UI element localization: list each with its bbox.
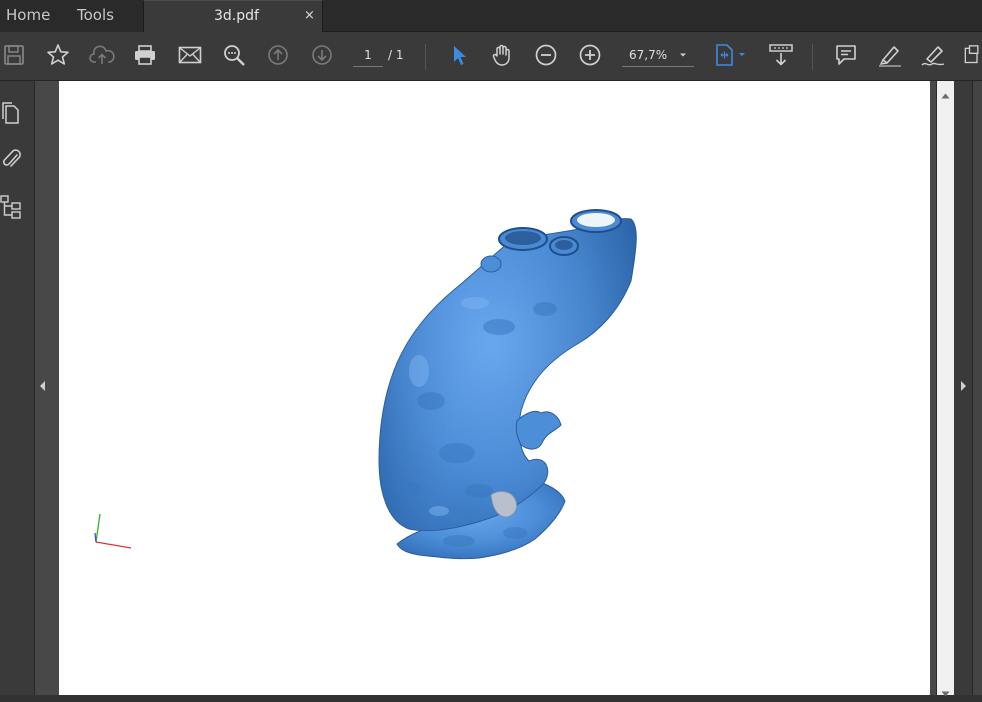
- page-thumbnails-icon[interactable]: [0, 100, 24, 126]
- zoom-level-select[interactable]: 67,7%: [622, 44, 694, 67]
- select-arrow-icon[interactable]: [445, 41, 473, 69]
- attachments-icon[interactable]: [0, 146, 24, 172]
- collapse-left-pane-icon[interactable]: [38, 378, 48, 397]
- bookmark-star-icon[interactable]: [44, 41, 72, 69]
- export-icon[interactable]: [962, 41, 982, 69]
- page-total-label: / 1: [388, 48, 404, 62]
- tab-document[interactable]: 3d.pdf ×: [143, 0, 323, 33]
- search-icon[interactable]: [220, 41, 248, 69]
- pdf-page-3d-canvas[interactable]: [59, 81, 930, 695]
- axis-triad-icon: [94, 513, 132, 549]
- comment-icon[interactable]: [832, 41, 860, 69]
- vertical-scrollbar[interactable]: [936, 81, 954, 697]
- upload-cloud-icon[interactable]: [88, 41, 116, 69]
- zoom-out-icon[interactable]: [532, 41, 560, 69]
- prev-page-icon[interactable]: [264, 41, 292, 69]
- toolbar: 1 / 1 67,7%: [0, 32, 982, 81]
- next-page-icon[interactable]: [308, 41, 336, 69]
- sign-icon[interactable]: [919, 41, 947, 69]
- close-tab-icon[interactable]: ×: [304, 1, 315, 31]
- print-icon[interactable]: [131, 41, 159, 69]
- expand-right-pane-icon[interactable]: [958, 378, 968, 397]
- chevron-down-icon: [678, 44, 688, 73]
- toolbar-separator: [812, 44, 813, 70]
- tab-bar: Home Tools 3d.pdf ×: [0, 0, 982, 33]
- scroll-up-icon[interactable]: [941, 85, 950, 104]
- email-icon[interactable]: [176, 41, 204, 69]
- 3d-model-aorta[interactable]: [59, 81, 930, 695]
- tab-tools[interactable]: Tools: [77, 0, 114, 32]
- zoom-in-icon[interactable]: [576, 41, 604, 69]
- tab-home[interactable]: Home: [6, 0, 50, 32]
- scroll-mode-icon[interactable]: [767, 41, 795, 69]
- document-tab-title: 3d.pdf: [214, 8, 259, 24]
- save-icon[interactable]: [0, 41, 28, 69]
- right-tools-pane: [972, 81, 982, 695]
- model-tree-icon[interactable]: [0, 194, 24, 220]
- fit-page-icon[interactable]: [712, 41, 750, 69]
- zoom-level-value: 67,7%: [629, 48, 668, 62]
- highlight-icon[interactable]: [876, 41, 904, 69]
- left-navigation-pane: [0, 81, 35, 695]
- hand-tool-icon[interactable]: [488, 41, 516, 69]
- scroll-down-icon[interactable]: [941, 683, 950, 702]
- page-number-input[interactable]: 1: [353, 44, 383, 67]
- toolbar-separator: [425, 44, 426, 70]
